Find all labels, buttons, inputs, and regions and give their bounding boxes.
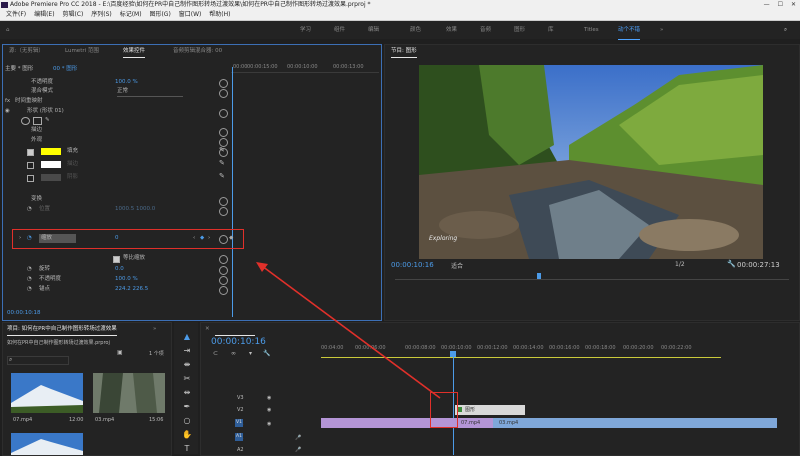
annotation-arrow xyxy=(256,262,441,399)
